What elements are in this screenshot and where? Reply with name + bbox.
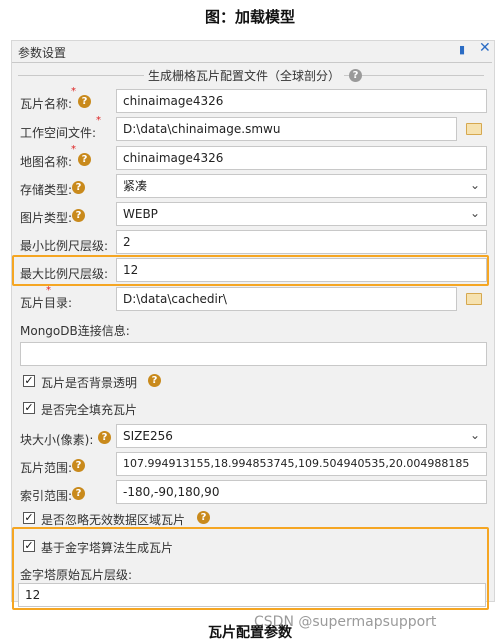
chevron-down-icon[interactable]: ⌄ — [470, 428, 480, 442]
min-scale-level-label: 最小比例尺层级: — [20, 239, 109, 253]
map-name-label: 地图名称: — [20, 155, 73, 169]
index-range-label: 索引范围: — [20, 489, 73, 503]
storage-type-help-icon[interactable]: ? — [72, 181, 85, 194]
ignore-invalid-checkbox[interactable]: ✓ — [23, 512, 35, 524]
block-size-select[interactable]: SIZE256 — [116, 424, 487, 448]
chevron-down-icon[interactable]: ⌄ — [470, 206, 480, 220]
pyramid-highlight-box — [12, 527, 489, 610]
min-scale-level-input[interactable]: 2 — [116, 230, 487, 254]
panel-title: 参数设置 — [18, 46, 67, 60]
storage-type-select[interactable]: 紧凑 — [116, 174, 487, 198]
workspace-file-label: 工作空间文件: — [20, 126, 97, 140]
map-name-input[interactable]: chinaimage4326 — [116, 146, 487, 170]
transparent-bg-help-icon[interactable]: ? — [148, 374, 161, 387]
mongodb-info-input[interactable] — [20, 342, 487, 366]
chevron-down-icon[interactable]: ⌄ — [470, 178, 480, 192]
storage-type-label: 存储类型: — [20, 183, 73, 197]
image-type-help-icon[interactable]: ? — [72, 209, 85, 222]
required-mark: * — [71, 86, 76, 97]
block-size-label: 块大小(像素): — [20, 433, 94, 447]
mongodb-info-label: MongoDB连接信息: — [20, 324, 130, 338]
close-icon[interactable]: ✕ — [479, 40, 491, 56]
image-type-select[interactable]: WEBP — [116, 202, 487, 226]
required-mark: * — [71, 144, 76, 155]
required-mark: * — [46, 285, 51, 296]
index-range-input[interactable]: -180,-90,180,90 — [116, 480, 487, 504]
required-mark: * — [96, 115, 101, 126]
transparent-bg-label: 瓦片是否背景透明 — [41, 376, 138, 390]
ignore-invalid-label: 是否忽略无效数据区域瓦片 — [41, 513, 186, 527]
fully-filled-checkbox[interactable]: ✓ — [23, 402, 35, 414]
map-name-help-icon[interactable]: ? — [78, 153, 91, 166]
fully-filled-label: 是否完全填充瓦片 — [41, 403, 138, 417]
max-level-highlight-box — [12, 255, 489, 286]
workspace-file-input[interactable]: D:\data\chinaimage.smwu — [116, 117, 457, 141]
tile-range-input[interactable]: 107.994913155,18.994853745,109.504940535… — [116, 452, 487, 476]
transparent-bg-checkbox[interactable]: ✓ — [23, 375, 35, 387]
figure-caption-top: 图：加载模型 — [204, 8, 295, 26]
pin-icon[interactable]: ▮ — [459, 43, 465, 56]
tile-range-help-icon[interactable]: ? — [72, 459, 85, 472]
tile-dir-folder-icon[interactable] — [466, 293, 482, 305]
ignore-invalid-help-icon[interactable]: ? — [197, 511, 210, 524]
tile-name-help-icon[interactable]: ? — [78, 95, 91, 108]
figure-caption-bottom: 瓦片配置参数 — [208, 625, 292, 641]
image-type-label: 图片类型: — [20, 211, 73, 225]
tile-dir-input[interactable]: D:\data\cachedir\ — [116, 287, 457, 311]
tile-range-label: 瓦片范围: — [20, 461, 73, 475]
workspace-folder-icon[interactable] — [466, 123, 482, 135]
title-divider — [12, 62, 492, 63]
section-help-icon[interactable]: ? — [349, 69, 362, 82]
tile-dir-label: 瓦片目录: — [20, 296, 73, 310]
tile-name-label: 瓦片名称: — [20, 97, 73, 111]
block-size-help-icon[interactable]: ? — [98, 431, 111, 444]
tile-name-input[interactable]: chinaimage4326 — [116, 89, 487, 113]
section-title: 生成栅格瓦片配置文件（全球剖分） — [144, 67, 345, 84]
index-range-help-icon[interactable]: ? — [72, 487, 85, 500]
